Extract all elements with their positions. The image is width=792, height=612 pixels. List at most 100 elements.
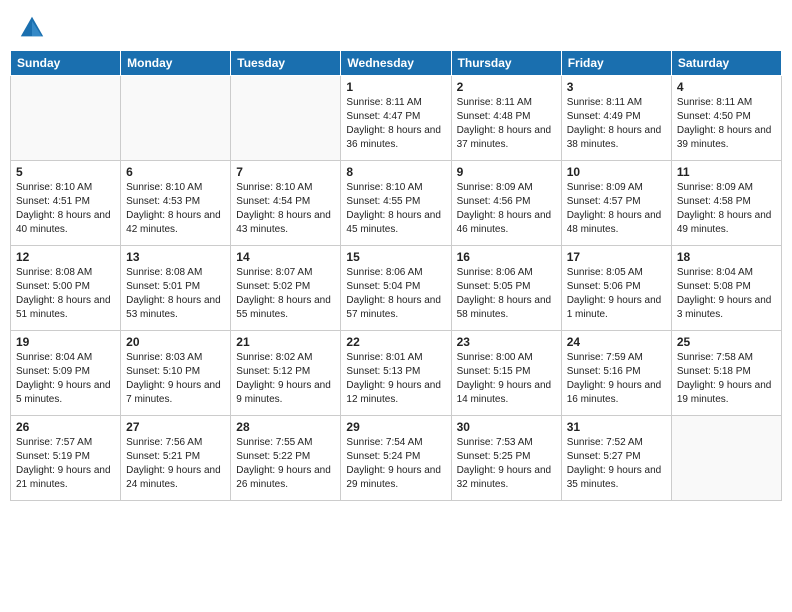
day-info: Sunrise: 7:53 AM Sunset: 5:25 PM Dayligh… xyxy=(457,436,556,492)
day-number: 17 xyxy=(567,250,666,264)
weekday-header-row: SundayMondayTuesdayWednesdayThursdayFrid… xyxy=(11,51,782,76)
day-info: Sunrise: 8:09 AM Sunset: 4:57 PM Dayligh… xyxy=(567,181,666,237)
day-info: Sunrise: 8:02 AM Sunset: 5:12 PM Dayligh… xyxy=(236,351,335,407)
calendar-cell: 9Sunrise: 8:09 AM Sunset: 4:56 PM Daylig… xyxy=(451,161,561,246)
day-info: Sunrise: 7:55 AM Sunset: 5:22 PM Dayligh… xyxy=(236,436,335,492)
logo xyxy=(18,14,50,42)
day-info: Sunrise: 8:08 AM Sunset: 5:00 PM Dayligh… xyxy=(16,266,115,322)
day-info: Sunrise: 8:00 AM Sunset: 5:15 PM Dayligh… xyxy=(457,351,556,407)
calendar-cell xyxy=(671,416,781,501)
day-number: 29 xyxy=(346,420,445,434)
calendar-cell: 18 Sunrise: 8:04 AM Sunset: 5:08 PM Dayli… xyxy=(671,246,781,331)
day-info: Sunrise: 8:11 AM Sunset: 4:50 PM Dayligh… xyxy=(677,96,776,152)
week-row-1: 1 Sunrise: 8:11 AM Sunset: 4:47 PM Daylig… xyxy=(11,76,782,161)
day-info: Sunrise: 8:05 AM Sunset: 5:06 PM Dayligh… xyxy=(567,266,666,322)
day-info: Sunrise: 8:07 AM Sunset: 5:02 PM Dayligh… xyxy=(236,266,335,322)
day-number: 5 xyxy=(16,165,115,179)
calendar-cell: 27Sunrise: 7:56 AM Sunset: 5:21 PM Dayli… xyxy=(121,416,231,501)
day-info: Sunrise: 8:10 AM Sunset: 4:53 PM Dayligh… xyxy=(126,181,225,237)
calendar-cell: 31 Sunrise: 7:52 AM Sunset: 5:27 PM Dayli… xyxy=(561,416,671,501)
calendar-cell: 10Sunrise: 8:09 AM Sunset: 4:57 PM Dayli… xyxy=(561,161,671,246)
day-info: Sunrise: 8:03 AM Sunset: 5:10 PM Dayligh… xyxy=(126,351,225,407)
day-info: Sunrise: 8:01 AM Sunset: 5:13 PM Dayligh… xyxy=(346,351,445,407)
day-number: 31 xyxy=(567,420,666,434)
day-info: Sunrise: 8:04 AM Sunset: 5:09 PM Dayligh… xyxy=(16,351,115,407)
calendar-cell: 20 Sunrise: 8:03 AM Sunset: 5:10 PM Dayli… xyxy=(121,331,231,416)
calendar-cell: 19 Sunrise: 8:04 AM Sunset: 5:09 PM Dayli… xyxy=(11,331,121,416)
weekday-header-sunday: Sunday xyxy=(11,51,121,76)
day-number: 6 xyxy=(126,165,225,179)
day-info: Sunrise: 8:11 AM Sunset: 4:49 PM Dayligh… xyxy=(567,96,666,152)
calendar-cell: 25Sunrise: 7:58 AM Sunset: 5:18 PM Dayli… xyxy=(671,331,781,416)
day-number: 7 xyxy=(236,165,335,179)
week-row-2: 5Sunrise: 8:10 AM Sunset: 4:51 PM Daylig… xyxy=(11,161,782,246)
day-number: 8 xyxy=(346,165,445,179)
weekday-header-wednesday: Wednesday xyxy=(341,51,451,76)
day-info: Sunrise: 8:09 AM Sunset: 4:58 PM Dayligh… xyxy=(677,181,776,237)
logo-icon xyxy=(18,14,46,42)
day-number: 3 xyxy=(567,80,666,94)
calendar-wrap: SundayMondayTuesdayWednesdayThursdayFrid… xyxy=(0,50,792,511)
day-info: Sunrise: 8:06 AM Sunset: 5:04 PM Dayligh… xyxy=(346,266,445,322)
calendar-cell: 1 Sunrise: 8:11 AM Sunset: 4:47 PM Daylig… xyxy=(341,76,451,161)
day-info: Sunrise: 8:04 AM Sunset: 5:08 PM Dayligh… xyxy=(677,266,776,322)
day-number: 22 xyxy=(346,335,445,349)
calendar-cell xyxy=(121,76,231,161)
calendar-table: SundayMondayTuesdayWednesdayThursdayFrid… xyxy=(10,50,782,501)
day-number: 18 xyxy=(677,250,776,264)
day-number: 1 xyxy=(346,80,445,94)
calendar-cell: 2 Sunrise: 8:11 AM Sunset: 4:48 PM Daylig… xyxy=(451,76,561,161)
day-number: 14 xyxy=(236,250,335,264)
day-number: 24 xyxy=(567,335,666,349)
day-number: 11 xyxy=(677,165,776,179)
calendar-cell: 26 Sunrise: 7:57 AM Sunset: 5:19 PM Dayli… xyxy=(11,416,121,501)
weekday-header-monday: Monday xyxy=(121,51,231,76)
calendar-cell: 4 Sunrise: 8:11 AM Sunset: 4:50 PM Daylig… xyxy=(671,76,781,161)
week-row-3: 12 Sunrise: 8:08 AM Sunset: 5:00 PM Dayli… xyxy=(11,246,782,331)
day-info: Sunrise: 8:10 AM Sunset: 4:55 PM Dayligh… xyxy=(346,181,445,237)
calendar-cell: 28 Sunrise: 7:55 AM Sunset: 5:22 PM Dayli… xyxy=(231,416,341,501)
day-number: 13 xyxy=(126,250,225,264)
calendar-cell: 22 Sunrise: 8:01 AM Sunset: 5:13 PM Dayli… xyxy=(341,331,451,416)
calendar-cell: 8 Sunrise: 8:10 AM Sunset: 4:55 PM Daylig… xyxy=(341,161,451,246)
day-number: 26 xyxy=(16,420,115,434)
day-number: 19 xyxy=(16,335,115,349)
day-info: Sunrise: 8:06 AM Sunset: 5:05 PM Dayligh… xyxy=(457,266,556,322)
calendar-cell: 14 Sunrise: 8:07 AM Sunset: 5:02 PM Dayli… xyxy=(231,246,341,331)
day-info: Sunrise: 8:08 AM Sunset: 5:01 PM Dayligh… xyxy=(126,266,225,322)
calendar-cell: 5Sunrise: 8:10 AM Sunset: 4:51 PM Daylig… xyxy=(11,161,121,246)
day-number: 21 xyxy=(236,335,335,349)
day-info: Sunrise: 8:11 AM Sunset: 4:47 PM Dayligh… xyxy=(346,96,445,152)
day-number: 2 xyxy=(457,80,556,94)
day-info: Sunrise: 8:10 AM Sunset: 4:54 PM Dayligh… xyxy=(236,181,335,237)
weekday-header-thursday: Thursday xyxy=(451,51,561,76)
calendar-cell xyxy=(231,76,341,161)
weekday-header-saturday: Saturday xyxy=(671,51,781,76)
day-number: 28 xyxy=(236,420,335,434)
day-number: 23 xyxy=(457,335,556,349)
calendar-cell: 7 Sunrise: 8:10 AM Sunset: 4:54 PM Daylig… xyxy=(231,161,341,246)
calendar-cell: 15 Sunrise: 8:06 AM Sunset: 5:04 PM Dayli… xyxy=(341,246,451,331)
day-info: Sunrise: 8:11 AM Sunset: 4:48 PM Dayligh… xyxy=(457,96,556,152)
day-info: Sunrise: 7:56 AM Sunset: 5:21 PM Dayligh… xyxy=(126,436,225,492)
calendar-cell: 3 Sunrise: 8:11 AM Sunset: 4:49 PM Daylig… xyxy=(561,76,671,161)
day-number: 4 xyxy=(677,80,776,94)
day-number: 12 xyxy=(16,250,115,264)
day-number: 15 xyxy=(346,250,445,264)
calendar-cell: 16Sunrise: 8:06 AM Sunset: 5:05 PM Dayli… xyxy=(451,246,561,331)
week-row-4: 19 Sunrise: 8:04 AM Sunset: 5:09 PM Dayli… xyxy=(11,331,782,416)
header xyxy=(0,0,792,50)
day-number: 30 xyxy=(457,420,556,434)
calendar-cell: 21 Sunrise: 8:02 AM Sunset: 5:12 PM Dayli… xyxy=(231,331,341,416)
day-info: Sunrise: 8:09 AM Sunset: 4:56 PM Dayligh… xyxy=(457,181,556,237)
calendar-cell: 11 Sunrise: 8:09 AM Sunset: 4:58 PM Dayli… xyxy=(671,161,781,246)
calendar-cell: 13 Sunrise: 8:08 AM Sunset: 5:01 PM Dayli… xyxy=(121,246,231,331)
day-info: Sunrise: 7:52 AM Sunset: 5:27 PM Dayligh… xyxy=(567,436,666,492)
day-info: Sunrise: 7:57 AM Sunset: 5:19 PM Dayligh… xyxy=(16,436,115,492)
weekday-header-friday: Friday xyxy=(561,51,671,76)
day-info: Sunrise: 7:59 AM Sunset: 5:16 PM Dayligh… xyxy=(567,351,666,407)
day-info: Sunrise: 7:54 AM Sunset: 5:24 PM Dayligh… xyxy=(346,436,445,492)
week-row-5: 26 Sunrise: 7:57 AM Sunset: 5:19 PM Dayli… xyxy=(11,416,782,501)
day-number: 20 xyxy=(126,335,225,349)
calendar-cell: 17 Sunrise: 8:05 AM Sunset: 5:06 PM Dayli… xyxy=(561,246,671,331)
